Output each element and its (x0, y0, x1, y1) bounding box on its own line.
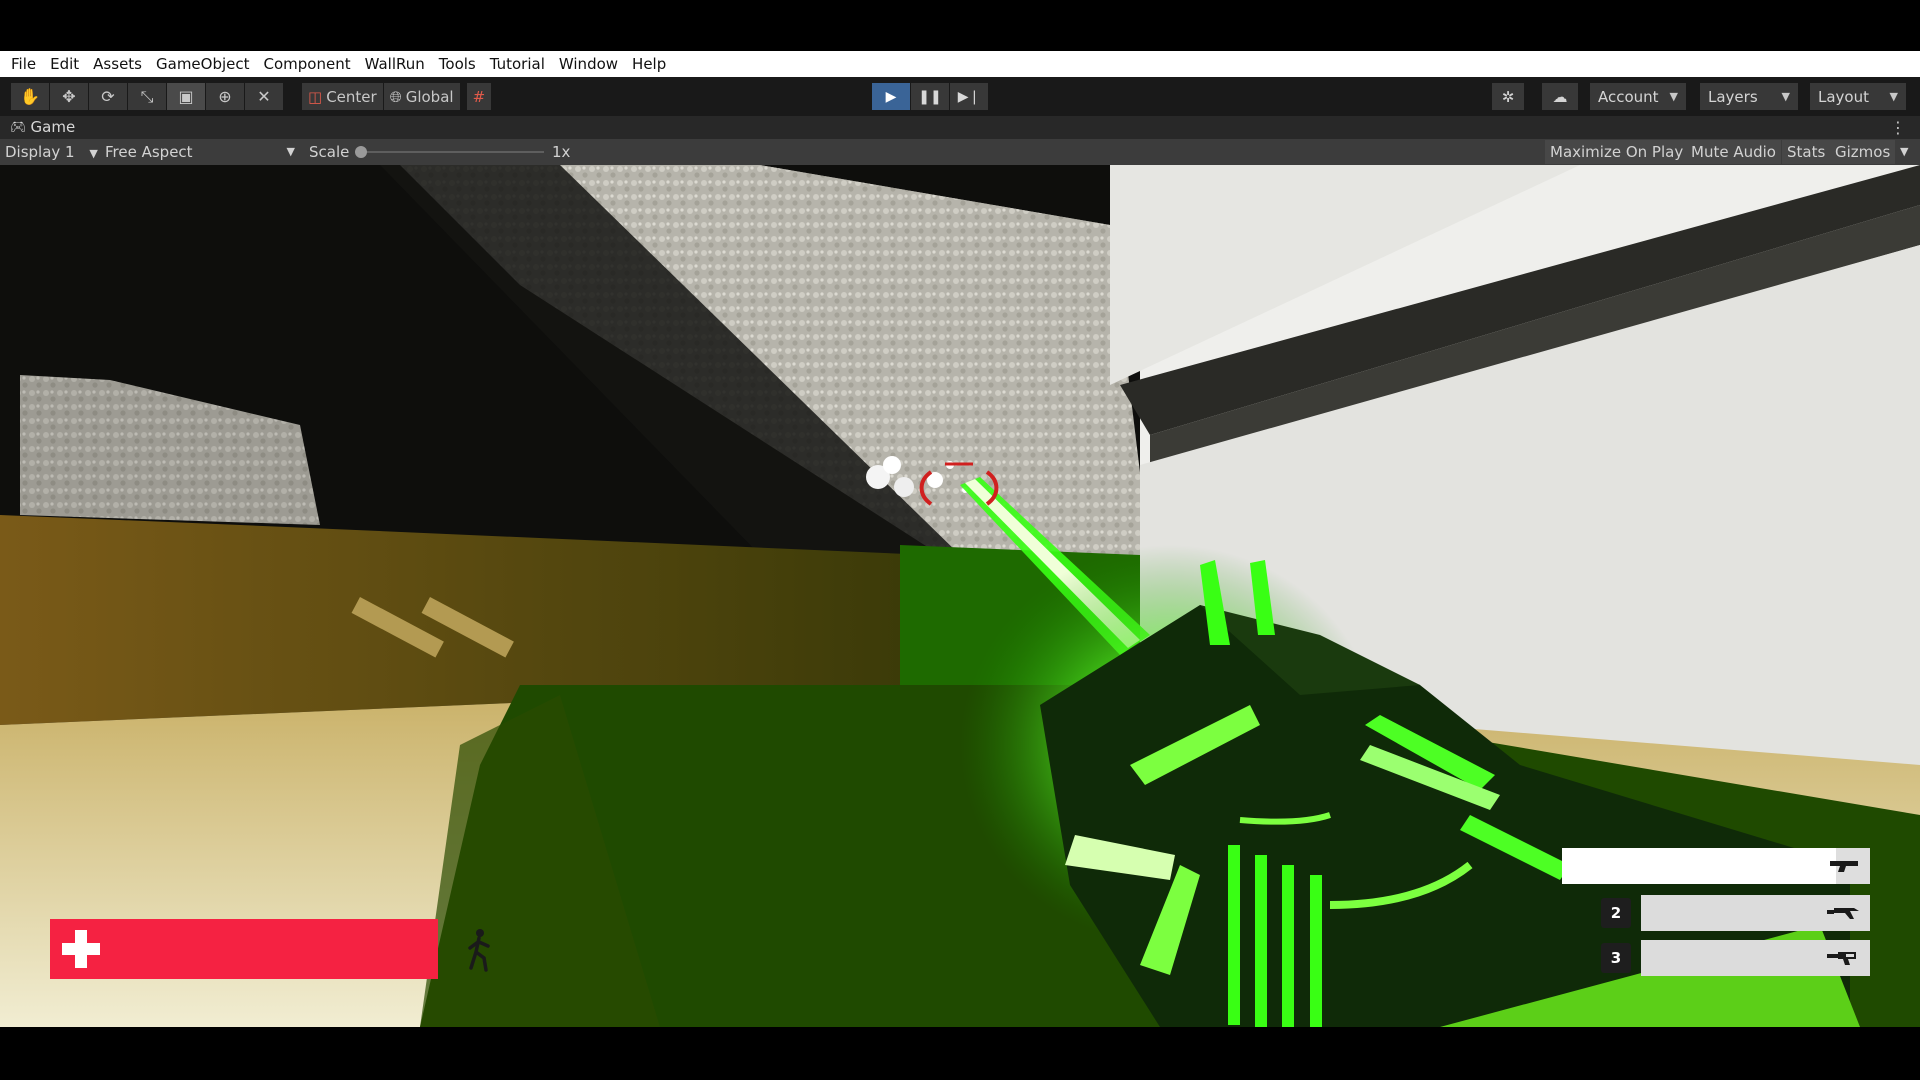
aspect-label: Free Aspect (105, 143, 193, 161)
game-tab-bar: 🎮︎ Game ⋮ (0, 116, 1920, 139)
weapon-slot-1 (1562, 848, 1870, 884)
cloud-icon: ☁ (1552, 87, 1568, 106)
maximize-on-play-toggle[interactable]: Maximize On Play (1545, 140, 1689, 164)
layout-label: Layout (1818, 87, 1869, 106)
weapon-slot-number: 3 (1601, 943, 1631, 973)
weapon-slot-bar (1562, 848, 1836, 884)
menu-gameobject[interactable]: GameObject (149, 51, 257, 77)
game-view-toolbar: Display 1 ▼ Free Aspect ▼ Scale 1x Maxim… (0, 139, 1920, 165)
menu-file[interactable]: File (4, 51, 43, 77)
stats-toggle[interactable]: Stats (1782, 140, 1831, 164)
step-button[interactable]: ▶❘ (950, 83, 988, 110)
pivot-center-label: Center (326, 87, 377, 106)
scale-slider-handle[interactable] (355, 146, 367, 158)
account-dropdown[interactable]: Account ▼ (1590, 83, 1686, 110)
pivot-center-button[interactable]: ◫ Center (302, 83, 383, 110)
pivot-center-icon: ◫ (308, 87, 323, 106)
scale-label: Scale (309, 143, 350, 161)
layout-dropdown[interactable]: Layout ▼ (1810, 83, 1906, 110)
scale-value: 1x (552, 143, 571, 161)
menu-assets[interactable]: Assets (86, 51, 149, 77)
pistol-icon (1830, 861, 1858, 872)
menu-edit[interactable]: Edit (43, 51, 86, 77)
rotate-tool-button[interactable]: ⟳ (89, 83, 127, 110)
step-icon: ▶❘ (957, 88, 981, 105)
globe-icon: 🌐︎ (389, 87, 402, 106)
chevron-down-icon: ▼ (1669, 90, 1678, 103)
move-tool-button[interactable]: ✥ (50, 83, 88, 110)
hand-tool-button[interactable]: ✋ (11, 83, 49, 110)
chevron-down-icon: ▼ (89, 147, 98, 160)
aspect-dropdown[interactable]: Free Aspect ▼ (105, 139, 295, 165)
menu-bar: File Edit Assets GameObject Component Wa… (0, 51, 1920, 77)
menu-window[interactable]: Window (552, 51, 625, 77)
more-options-icon[interactable]: ⋮ (1890, 116, 1906, 139)
play-controls: ▶ ❚❚ ▶❘ (872, 83, 988, 110)
pause-icon: ❚❚ (918, 88, 942, 105)
pivot-tools: ◫ Center 🌐︎ Global # (302, 83, 492, 110)
rect-icon: ▣ (178, 87, 194, 106)
collab-icon: ✲ (1501, 87, 1515, 106)
chevron-down-icon: ▼ (1889, 90, 1898, 103)
scale-tool-button[interactable]: ⤡ (128, 83, 166, 110)
gizmos-toggle[interactable]: Gizmos (1830, 140, 1896, 164)
display-dropdown[interactable]: Display 1 ▼ (5, 139, 98, 167)
gamepad-icon: 🎮︎ (10, 120, 27, 135)
main-toolbar: ✋ ✥ ⟳ ⤡ ▣ ⊕ ✕ ◫ Center 🌐︎ Global # ▶ ❚❚ … (0, 77, 1920, 116)
chevron-down-icon: ▼ (286, 145, 295, 158)
rifle-icon (1827, 908, 1859, 919)
play-button[interactable]: ▶ (872, 83, 910, 110)
weapon-slot-2: 2 (1601, 895, 1870, 931)
pause-button[interactable]: ❚❚ (911, 83, 949, 110)
layers-dropdown[interactable]: Layers ▼ (1700, 83, 1798, 110)
custom-tool-button[interactable]: ✕ (245, 83, 283, 110)
menu-help[interactable]: Help (625, 51, 673, 77)
grid-snap-button[interactable]: # (466, 83, 492, 110)
menu-tools[interactable]: Tools (432, 51, 483, 77)
launcher-icon (1827, 952, 1856, 965)
transform-icon: ⊕ (218, 87, 232, 106)
tab-game-label: Game (30, 118, 76, 136)
transform-tool-button[interactable]: ⊕ (206, 83, 244, 110)
display-label: Display 1 (5, 143, 75, 161)
tab-game[interactable]: 🎮︎ Game (10, 116, 75, 139)
chevron-down-icon: ▼ (1781, 90, 1790, 103)
cloud-button[interactable]: ☁ (1542, 83, 1578, 110)
layers-label: Layers (1708, 87, 1758, 106)
rect-tool-button[interactable]: ▣ (167, 83, 205, 110)
play-icon: ▶ (885, 88, 897, 105)
mute-audio-toggle[interactable]: Mute Audio (1686, 140, 1781, 164)
hand-icon: ✋ (20, 87, 40, 106)
scale-slider[interactable] (358, 151, 544, 153)
custom-tool-icon: ✕ (257, 87, 271, 106)
crosshair-icon (919, 462, 999, 506)
scale-icon: ⤡ (140, 86, 154, 106)
health-bar (50, 919, 438, 979)
runner-icon (468, 929, 490, 972)
pivot-global-label: Global (405, 87, 454, 106)
gizmos-chevron-icon[interactable]: ▼ (1900, 139, 1908, 165)
menu-wallrun[interactable]: WallRun (358, 51, 432, 77)
menu-tutorial[interactable]: Tutorial (483, 51, 552, 77)
account-label: Account (1598, 87, 1659, 106)
transform-tools: ✋ ✥ ⟳ ⤡ ▣ ⊕ ✕ (11, 83, 283, 110)
menu-component[interactable]: Component (257, 51, 358, 77)
health-cross-icon (62, 930, 100, 968)
move-icon: ✥ (62, 87, 76, 106)
collab-button[interactable]: ✲ (1492, 83, 1524, 110)
pivot-global-button[interactable]: 🌐︎ Global (383, 83, 460, 110)
grid-snap-icon: # (472, 87, 486, 106)
weapon-slot-3: 3 (1601, 940, 1870, 976)
weapon-slot-number: 2 (1601, 898, 1631, 928)
rotate-icon: ⟳ (101, 87, 115, 106)
